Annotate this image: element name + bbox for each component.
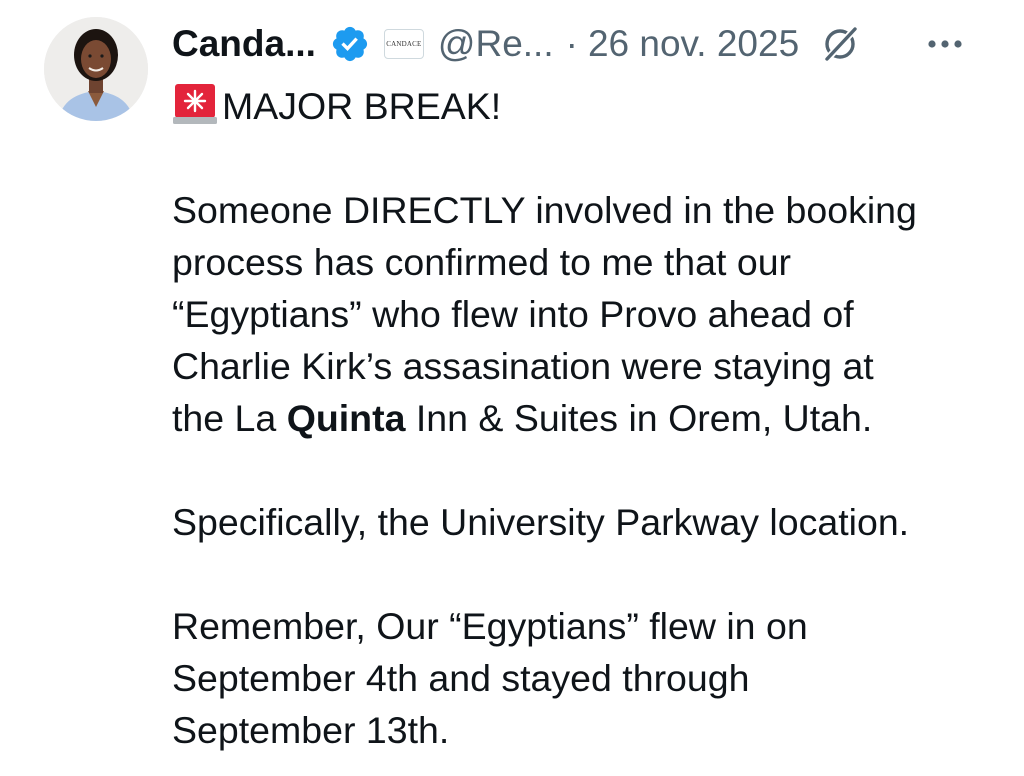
author-display-name[interactable]: Canda... — [172, 18, 316, 70]
header-separator: · — [565, 23, 578, 64]
headline-line: MAJOR BREAK! — [172, 80, 1002, 132]
headline-text: MAJOR BREAK! — [222, 85, 502, 127]
post-timestamp[interactable]: 26 nov. 2025 — [588, 18, 799, 70]
text-run: Inn & Suites in Orem, Utah. — [405, 397, 873, 439]
tweet-header: Canda... CANDACE @Re... · 26 nov. 2025 — [172, 18, 861, 70]
paragraph3-line: September 13th. — [172, 709, 450, 751]
paragraph1-line: “Egyptians” who flew into Provo ahead of — [172, 293, 854, 335]
paragraph1-last-line: the La Quinta Inn & Suites in Orem, Utah… — [172, 392, 1002, 444]
paragraph1-line: Someone DIRECTLY involved in the booking — [172, 189, 917, 231]
paragraph3-line: Remember, Our “Egyptians” flew in on — [172, 605, 808, 647]
author-handle[interactable]: @Re... — [438, 18, 554, 70]
text-run: the La — [172, 397, 287, 439]
paragraph1-line: Charlie Kirk’s assasination were staying… — [172, 345, 874, 387]
verified-badge-icon[interactable] — [330, 24, 370, 64]
tweet: Canda... CANDACE @Re... · 26 nov. 2025 M… — [0, 0, 1024, 776]
bold-text-run: Quinta — [286, 397, 406, 439]
more-options-icon[interactable] — [922, 24, 968, 64]
paragraph3-line: September 4th and stayed through — [172, 657, 750, 699]
grok-icon[interactable] — [819, 23, 861, 65]
affiliate-badge-icon[interactable]: CANDACE — [383, 29, 424, 59]
paragraph2-line: Specifically, the University Parkway loc… — [172, 501, 910, 543]
rotating-light-emoji-icon — [172, 82, 218, 126]
paragraph1-line: process has confirmed to me that our — [172, 241, 792, 283]
avatar[interactable] — [44, 17, 148, 121]
tweet-text: MAJOR BREAK! Someone DIRECTLY involved i… — [172, 80, 1002, 756]
